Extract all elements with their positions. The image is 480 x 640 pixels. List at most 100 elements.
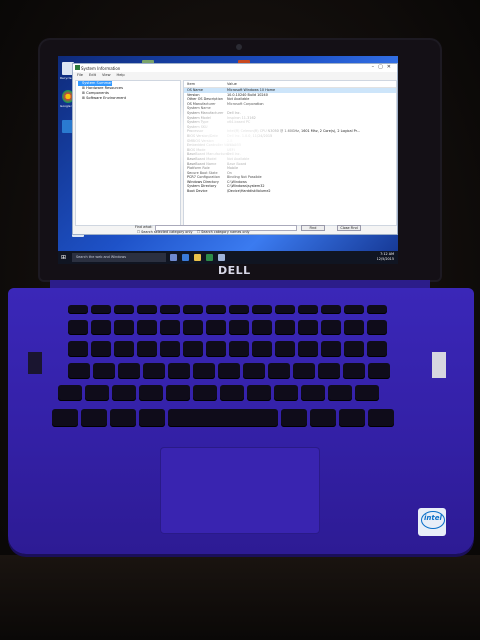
- keyboard-key[interactable]: [143, 363, 165, 379]
- keyboard-key[interactable]: [183, 305, 203, 314]
- keyboard-key[interactable]: [229, 305, 249, 314]
- keyboard-key[interactable]: [367, 320, 387, 335]
- menu-file[interactable]: File: [77, 73, 83, 77]
- keyboard-key[interactable]: [310, 409, 336, 427]
- keyboard-key[interactable]: [81, 409, 107, 427]
- keyboard-key[interactable]: [218, 363, 240, 379]
- keyboard-key[interactable]: [160, 305, 180, 314]
- search-names-checkbox[interactable]: ☐ Search category names only: [197, 230, 250, 234]
- keyboard-key[interactable]: [274, 385, 298, 401]
- keyboard-key[interactable]: [293, 363, 315, 379]
- keyboard-key[interactable]: [321, 341, 341, 357]
- keyboard-key[interactable]: [268, 363, 290, 379]
- keyboard-key[interactable]: [193, 363, 215, 379]
- keyboard-key[interactable]: [275, 305, 295, 314]
- keyboard-key[interactable]: [344, 320, 364, 335]
- column-header-item[interactable]: Item: [184, 81, 227, 87]
- keyboard-key[interactable]: [220, 385, 244, 401]
- keyboard-key[interactable]: [168, 363, 190, 379]
- menu-edit[interactable]: Edit: [89, 73, 96, 77]
- keyboard-key[interactable]: [91, 341, 111, 357]
- keyboard-key[interactable]: [344, 341, 364, 357]
- keyboard-key[interactable]: [367, 341, 387, 357]
- keyboard-key[interactable]: [355, 385, 379, 401]
- window-controls[interactable]: –▢✕: [372, 64, 395, 70]
- keyboard-key[interactable]: [252, 341, 272, 357]
- touchpad[interactable]: [160, 447, 320, 534]
- keyboard-key[interactable]: [58, 385, 82, 401]
- keyboard-key[interactable]: [298, 341, 318, 357]
- keyboard-key[interactable]: [114, 320, 134, 335]
- keyboard-key[interactable]: [281, 409, 307, 427]
- edge-icon[interactable]: [182, 254, 189, 261]
- keyboard-key[interactable]: [139, 409, 165, 427]
- keyboard-key[interactable]: [206, 305, 226, 314]
- keyboard-key[interactable]: [206, 320, 226, 335]
- keyboard-key[interactable]: [344, 305, 364, 314]
- keyboard-key[interactable]: [68, 320, 88, 335]
- keyboard-key[interactable]: [321, 305, 341, 314]
- keyboard-key[interactable]: [112, 385, 136, 401]
- keyboard-key[interactable]: [243, 363, 265, 379]
- keyboard-key[interactable]: [68, 363, 90, 379]
- keyboard-key[interactable]: [193, 385, 217, 401]
- row-item: Boot Device: [187, 189, 208, 194]
- keyboard-key[interactable]: [91, 305, 111, 314]
- keyboard-key[interactable]: [321, 320, 341, 335]
- search-selected-checkbox[interactable]: ☐ Search selected category only: [137, 230, 192, 234]
- keyboard-key[interactable]: [252, 320, 272, 335]
- keyboard-key[interactable]: [183, 341, 203, 357]
- keyboard-key[interactable]: [137, 320, 157, 335]
- keyboard-key[interactable]: [139, 385, 163, 401]
- keyboard-key[interactable]: [275, 341, 295, 357]
- keyboard-key[interactable]: [339, 409, 365, 427]
- file-explorer-icon[interactable]: [194, 254, 201, 261]
- keyboard-key[interactable]: [247, 385, 271, 401]
- keyboard-key[interactable]: [252, 305, 272, 314]
- keyboard-key[interactable]: [114, 341, 134, 357]
- keyboard-key[interactable]: [160, 320, 180, 335]
- task-view-icon[interactable]: [170, 254, 177, 261]
- keyboard-key[interactable]: [160, 341, 180, 357]
- keyboard-key[interactable]: [166, 385, 190, 401]
- keyboard-key[interactable]: [368, 409, 394, 427]
- keyboard-key[interactable]: [318, 363, 340, 379]
- clock[interactable]: 7:12 AM 12/5/2015: [377, 252, 394, 261]
- find-button[interactable]: Find: [301, 225, 325, 231]
- keyboard-key[interactable]: [85, 385, 109, 401]
- keyboard-key[interactable]: [114, 305, 134, 314]
- keyboard-key[interactable]: [229, 341, 249, 357]
- table-row[interactable]: Boot Device \Device\HarddiskVolume2: [184, 189, 396, 194]
- keyboard-key[interactable]: [298, 320, 318, 335]
- keyboard-key[interactable]: [137, 305, 157, 314]
- menu-help[interactable]: Help: [117, 73, 125, 77]
- taskbar-search-box[interactable]: Search the web and Windows: [72, 253, 166, 262]
- keyboard-key[interactable]: [206, 341, 226, 357]
- keyboard-key[interactable]: [68, 341, 88, 357]
- system-info-taskbar-icon[interactable]: [218, 254, 225, 261]
- intel-sticker: intel: [418, 508, 446, 536]
- keyboard-key[interactable]: [52, 409, 78, 427]
- keyboard-key[interactable]: [93, 363, 115, 379]
- keyboard-key[interactable]: [229, 320, 249, 335]
- windows-start-icon[interactable]: ⊞: [61, 254, 66, 261]
- menu-view[interactable]: View: [102, 73, 111, 77]
- keyboard-key[interactable]: [118, 363, 140, 379]
- column-header-value[interactable]: Value: [227, 81, 237, 87]
- store-icon[interactable]: [206, 254, 213, 261]
- keyboard-key[interactable]: [91, 320, 111, 335]
- keyboard-key[interactable]: [367, 305, 387, 314]
- keyboard-key[interactable]: [275, 320, 295, 335]
- keyboard-key[interactable]: [68, 305, 88, 314]
- checkbox-label: Search selected category only: [141, 230, 193, 234]
- keyboard-key[interactable]: [168, 409, 278, 427]
- keyboard-key[interactable]: [343, 363, 365, 379]
- keyboard-key[interactable]: [137, 341, 157, 357]
- keyboard-key[interactable]: [183, 320, 203, 335]
- keyboard-key[interactable]: [368, 363, 390, 379]
- keyboard-key[interactable]: [301, 385, 325, 401]
- keyboard-key[interactable]: [298, 305, 318, 314]
- keyboard-key[interactable]: [110, 409, 136, 427]
- keyboard-key[interactable]: [328, 385, 352, 401]
- close-find-button[interactable]: Close Find: [337, 225, 361, 231]
